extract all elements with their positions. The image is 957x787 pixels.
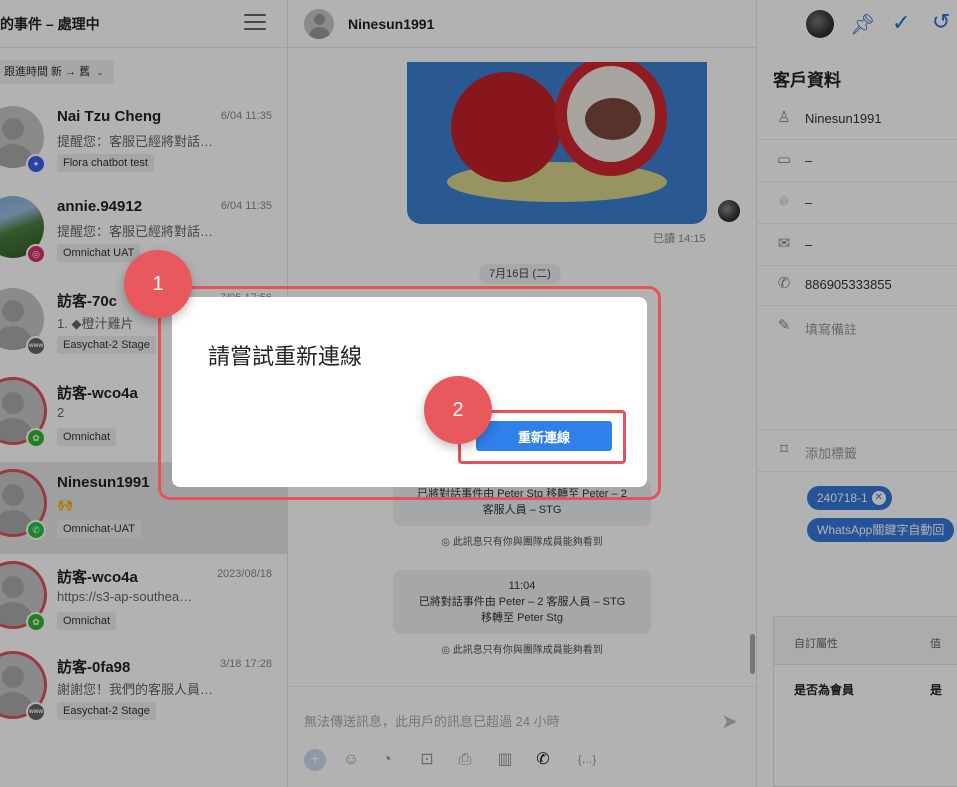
reconnect-button[interactable]: 重新連線 [476, 421, 612, 451]
step-badge-1: 1 [124, 250, 192, 318]
dialog-title: 請嘗試重新連線 [208, 344, 363, 369]
step-badge-2: 2 [424, 376, 492, 444]
